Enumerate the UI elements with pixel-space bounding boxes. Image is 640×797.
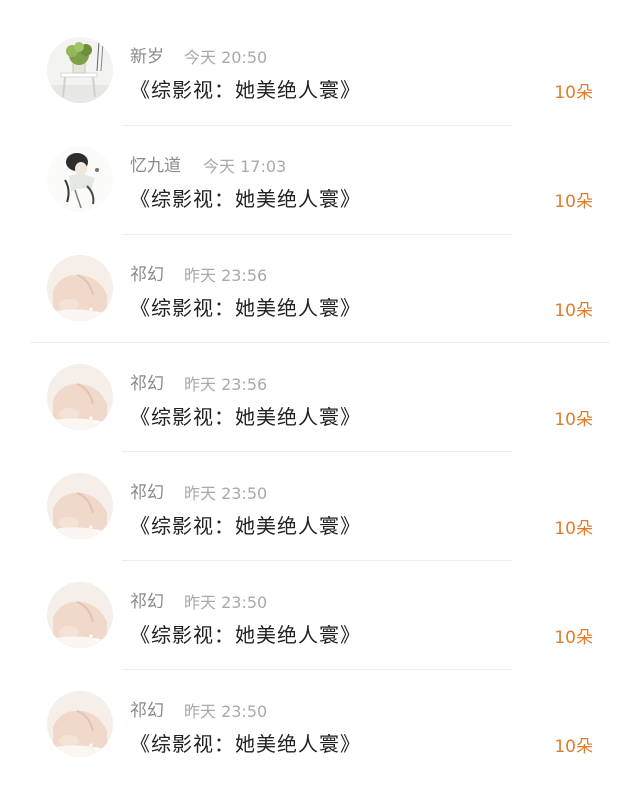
user-name[interactable]: 忆九道 [130,151,181,176]
user-name[interactable]: 祁幻 [130,696,164,721]
timestamp: 今天 17:03 [203,157,287,176]
timestamp: 昨天 23:50 [184,702,268,721]
ink-figure-avatar-icon [47,146,113,212]
avatar[interactable] [47,473,113,539]
plant-avatar-icon [47,37,113,103]
timestamp: 昨天 23:50 [184,484,268,503]
shoulder-avatar-icon [47,691,113,757]
avatar[interactable] [47,255,113,321]
list-item[interactable]: 祁幻 昨天 23:56 《综影视：她美绝人寰》 10朵 [0,218,640,343]
timestamp: 昨天 23:50 [184,593,268,612]
list-item[interactable]: 祁幻 昨天 23:56 《综影视：她美绝人寰》 10朵 [0,327,640,452]
timestamp: 今天 20:50 [184,48,268,67]
avatar[interactable] [47,146,113,212]
shoulder-avatar-icon [47,582,113,648]
gift-amount: 10朵 [554,192,593,212]
user-name[interactable]: 祁幻 [130,260,164,285]
user-name[interactable]: 祁幻 [130,369,164,394]
avatar[interactable] [47,37,113,103]
gift-record-list: 新岁 今天 20:50 《综影视：她美绝人寰》 10朵 忆九道 今天 17:03… [0,0,640,797]
book-title[interactable]: 《综影视：她美绝人寰》 [130,728,361,757]
shoulder-avatar-icon [47,364,113,430]
gift-amount: 10朵 [554,410,593,430]
book-title[interactable]: 《综影视：她美绝人寰》 [130,292,361,321]
gift-amount: 10朵 [554,519,593,539]
book-title[interactable]: 《综影视：她美绝人寰》 [130,510,361,539]
gift-amount: 10朵 [554,83,593,103]
timestamp: 昨天 23:56 [184,375,268,394]
gift-amount: 10朵 [554,737,593,757]
avatar[interactable] [47,691,113,757]
gift-amount: 10朵 [554,301,593,321]
list-item[interactable]: 祁幻 昨天 23:50 《综影视：她美绝人寰》 10朵 [0,545,640,670]
book-title[interactable]: 《综影视：她美绝人寰》 [130,401,361,430]
gift-amount: 10朵 [554,628,593,648]
user-name[interactable]: 祁幻 [130,478,164,503]
list-item[interactable]: 祁幻 昨天 23:50 《综影视：她美绝人寰》 10朵 [0,654,640,763]
book-title[interactable]: 《综影视：她美绝人寰》 [130,619,361,648]
book-title[interactable]: 《综影视：她美绝人寰》 [130,183,361,212]
list-item[interactable]: 忆九道 今天 17:03 《综影视：她美绝人寰》 10朵 [0,109,640,235]
book-title[interactable]: 《综影视：她美绝人寰》 [130,74,361,103]
shoulder-avatar-icon [47,473,113,539]
user-name[interactable]: 祁幻 [130,587,164,612]
user-name[interactable]: 新岁 [130,42,164,67]
list-item[interactable]: 新岁 今天 20:50 《综影视：她美绝人寰》 10朵 [0,0,640,126]
list-item[interactable]: 祁幻 昨天 23:50 《综影视：她美绝人寰》 10朵 [0,436,640,561]
shoulder-avatar-icon [47,255,113,321]
avatar[interactable] [47,582,113,648]
timestamp: 昨天 23:56 [184,266,268,285]
avatar[interactable] [47,364,113,430]
